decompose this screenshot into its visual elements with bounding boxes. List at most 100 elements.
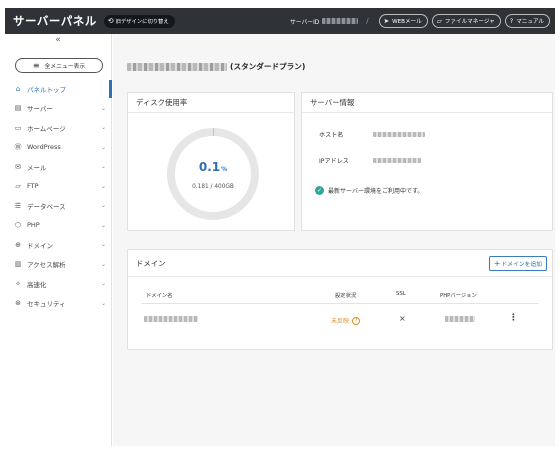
chevron-down-icon: ⌄ <box>100 202 106 210</box>
chevron-down-icon: ⌄ <box>100 280 106 288</box>
sidebar-item-9[interactable]: ▥ アクセス解析 ⌄ <box>5 255 111 275</box>
column-php-version: PHPバージョン <box>440 293 477 299</box>
column-ssl: SSL <box>396 291 406 297</box>
collapse-sidebar-icon[interactable]: « <box>5 34 111 50</box>
file-manager-button[interactable]: ▱ ファイルマネージャ <box>431 14 501 28</box>
sidebar-item-label: サーバー <box>27 105 53 114</box>
sidebar-item-label: データベース <box>27 202 66 211</box>
sidebar-item-label: メール <box>27 163 47 172</box>
chevron-down-icon: ⌄ <box>100 104 106 112</box>
speed-icon: ✧ <box>15 279 21 288</box>
ip-row: IPアドレス <box>319 156 421 165</box>
separator: / <box>366 17 369 25</box>
server-id-label: サーバーID <box>289 19 320 26</box>
main-content: (スタンダードプラン) ディスク使用率 0.1% 0.181 / 400GB サ… <box>113 34 555 446</box>
sidebar-item-label: パネルトップ <box>27 85 66 94</box>
sidebar-item-11[interactable]: ⊛ セキュリティ ⌄ <box>5 294 111 314</box>
ftp-icon: ▱ <box>15 182 21 191</box>
chevron-down-icon: ⌄ <box>100 124 106 132</box>
webmail-label: WEBメール <box>392 19 422 25</box>
sidebar-item-2[interactable]: ▭ ホームページ ⌄ <box>5 118 111 138</box>
add-domain-button[interactable]: + ドメインを追加 <box>488 256 547 271</box>
ip-value-redacted <box>373 158 421 163</box>
chevron-down-icon: ⌄ <box>100 163 106 171</box>
folder-icon: ▱ <box>436 17 442 25</box>
sidebar-item-10[interactable]: ✧ 高速化 ⌄ <box>5 274 111 294</box>
file-manager-label: ファイルマネージャ <box>444 19 495 25</box>
status-text: 未反映 <box>331 318 350 325</box>
php-icon: ⬡ <box>14 221 22 230</box>
wordpress-icon: Ⓦ <box>14 143 22 152</box>
server-icon: ▤ <box>14 104 22 113</box>
chevron-down-icon: ⌄ <box>100 260 106 268</box>
sidebar-item-label: FTP <box>27 182 39 191</box>
sidebar-item-5[interactable]: ▱ FTP ⌄ <box>5 177 111 197</box>
globe-icon: ⊕ <box>15 240 21 249</box>
sidebar-item-6[interactable]: ☰ データベース ⌄ <box>5 196 111 216</box>
chevron-down-icon: ⌄ <box>100 143 106 151</box>
host-row: ホスト名 <box>319 130 425 139</box>
host-label: ホスト名 <box>319 132 344 139</box>
check-circle-icon: ✓ <box>315 186 324 195</box>
ssl-status-icon: × <box>399 314 406 323</box>
chevron-down-icon: ⌄ <box>100 221 106 229</box>
server-id-value-redacted <box>322 18 359 24</box>
domain-status: 未反映 ? <box>331 316 361 325</box>
server-status-notice: ✓ 最新サーバー環境をご利用中です。 <box>315 186 423 195</box>
switch-design-label: 旧デザインに切り替え <box>115 19 169 25</box>
sidebar-item-label: WordPress <box>27 143 61 152</box>
webmail-button[interactable]: ➤ WEBメール <box>378 14 428 28</box>
sidebar-item-label: セキュリティ <box>27 300 66 309</box>
server-status-text: 最新サーバー環境をご利用中です。 <box>328 188 424 195</box>
sidebar-item-label: ドメイン <box>27 241 53 250</box>
sidebar-item-1[interactable]: ▤ サーバー ⌄ <box>5 99 111 119</box>
chart-icon: ▥ <box>14 260 22 269</box>
monitor-icon: ▭ <box>14 123 22 132</box>
send-icon: ➤ <box>383 17 390 25</box>
column-status: 設定状況 <box>335 293 357 299</box>
help-icon: ? <box>509 17 514 25</box>
sidebar-nav: ⌂ パネルトップ ▤ サーバー ⌄ ▭ ホームページ ⌄ Ⓦ WordPress ⌄ ✉ メール ⌄ ▱ FT… <box>5 79 112 314</box>
sidebar-item-3[interactable]: Ⓦ WordPress ⌄ <box>5 138 111 158</box>
disk-usage-card: ディスク使用率 0.1% 0.181 / 400GB <box>127 92 295 231</box>
brand-title: サーバーパネル <box>13 14 97 28</box>
php-version-redacted <box>445 316 475 322</box>
switch-design-button[interactable]: ⟲ 旧デザインに切り替え <box>103 14 175 28</box>
account-name-redacted <box>127 62 227 71</box>
ip-label: IPアドレス <box>319 158 349 165</box>
manual-button[interactable]: ? マニュアル <box>504 14 550 28</box>
sidebar: « ≡ 全メニュー表示 ⌂ パネルトップ ▤ サーバー ⌄ ▭ ホームページ ⌄ Ⓦ WordPr… <box>5 34 112 446</box>
sidebar-item-7[interactable]: ⬡ PHP ⌄ <box>5 216 111 236</box>
chevron-down-icon: ⌄ <box>100 299 106 307</box>
disk-usage-percent: 0.1% <box>165 160 261 174</box>
sidebar-item-4[interactable]: ✉ メール ⌄ <box>5 157 111 177</box>
all-menu-button[interactable]: ≡ 全メニュー表示 <box>15 58 103 73</box>
column-domain-name: ドメイン名 <box>146 293 173 299</box>
percent-value: 0.1 <box>198 160 221 174</box>
all-menu-label: 全メニュー表示 <box>44 64 86 70</box>
refresh-icon: ⟲ <box>107 17 114 25</box>
manual-label: マニュアル <box>516 19 544 25</box>
host-value-redacted <box>373 132 425 137</box>
sidebar-item-8[interactable]: ⊕ ドメイン ⌄ <box>5 235 111 255</box>
shield-icon: ⊛ <box>15 299 21 308</box>
disk-usage-amount: 0.181 / 400GB <box>192 184 234 190</box>
chevron-down-icon: ⌄ <box>100 182 106 190</box>
sidebar-item-label: ホームページ <box>27 124 66 133</box>
domain-name-redacted[interactable] <box>144 316 198 322</box>
home-icon: ⌂ <box>15 84 21 93</box>
sidebar-item-0[interactable]: ⌂ パネルトップ <box>5 79 112 99</box>
sidebar-item-label: アクセス解析 <box>27 261 66 270</box>
row-menu-icon[interactable]: ⋮ <box>509 313 518 323</box>
plus-icon: + <box>493 259 501 268</box>
top-header: サーバーパネル ⟲ 旧デザインに切り替え サーバーID / ➤ WEBメール ▱… <box>5 8 555 34</box>
mail-icon: ✉ <box>15 162 21 171</box>
table-header-divider <box>141 303 539 304</box>
hamburger-icon: ≡ <box>32 61 40 70</box>
server-info-card: サーバー情報 ホスト名 IPアドレス ✓ 最新サーバー環境をご利用中です。 <box>301 92 553 231</box>
domain-card: ドメイン + ドメインを追加 ドメイン名 設定状況 SSL PHPバージョン 未… <box>127 249 553 350</box>
chevron-down-icon: ⌄ <box>100 241 106 249</box>
sidebar-item-label: 高速化 <box>27 280 47 289</box>
percent-unit: % <box>221 166 228 173</box>
status-help-icon[interactable]: ? <box>352 316 361 325</box>
